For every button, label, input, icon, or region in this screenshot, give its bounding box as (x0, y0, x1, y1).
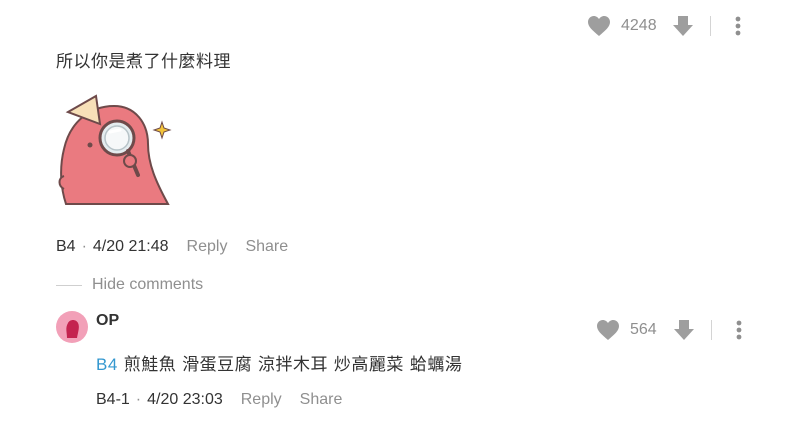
meta-separator: · (135, 391, 142, 408)
avatar[interactable] (56, 311, 88, 343)
heart-icon[interactable] (596, 319, 620, 341)
share-button[interactable]: Share (300, 391, 343, 409)
reply-text: B4 煎鮭魚 滑蛋豆腐 涼拌木耳 炒高麗菜 蛤蠣湯 (96, 350, 462, 375)
divider (709, 16, 711, 36)
reply-vote-bar: 564 (596, 318, 742, 342)
floor-number: B4 (56, 238, 76, 255)
more-vertical-icon[interactable] (735, 16, 741, 36)
more-vertical-icon[interactable] (736, 320, 742, 340)
like-count: 4248 (621, 17, 657, 34)
share-button[interactable]: Share (245, 238, 288, 256)
toggle-line (56, 284, 82, 286)
like-count: 564 (630, 321, 657, 338)
comment-text: 所以你是煮了什麼料理 (56, 52, 231, 72)
timestamp: 4/20 21:48 (92, 238, 169, 255)
reply-meta: B4-1 · 4/20 23:03 Reply Share (96, 391, 342, 409)
reply-button[interactable]: Reply (187, 238, 228, 256)
reply-button[interactable]: Reply (241, 391, 282, 409)
divider (710, 320, 712, 340)
meta-separator: · (81, 238, 87, 255)
hide-comments-toggle[interactable]: Hide comments (56, 276, 203, 294)
thumbs-down-arrow-icon[interactable] (672, 15, 694, 37)
floor-number: B4-1 (96, 391, 130, 408)
timestamp: 4/20 23:03 (147, 391, 223, 408)
reply-author[interactable]: OP (96, 312, 119, 330)
sticker-image (58, 94, 172, 205)
comment-meta: B4 · 4/20 21:48 Reply Share (56, 238, 288, 256)
hide-comments-label: Hide comments (92, 276, 204, 293)
reply-body: 煎鮭魚 滑蛋豆腐 涼拌木耳 炒高麗菜 蛤蠣湯 (123, 355, 463, 375)
floor-mention-link[interactable]: B4 (96, 355, 118, 374)
thumbs-down-arrow-icon[interactable] (673, 319, 695, 341)
comment-vote-bar: 4248 (587, 14, 741, 38)
heart-icon[interactable] (587, 15, 611, 37)
